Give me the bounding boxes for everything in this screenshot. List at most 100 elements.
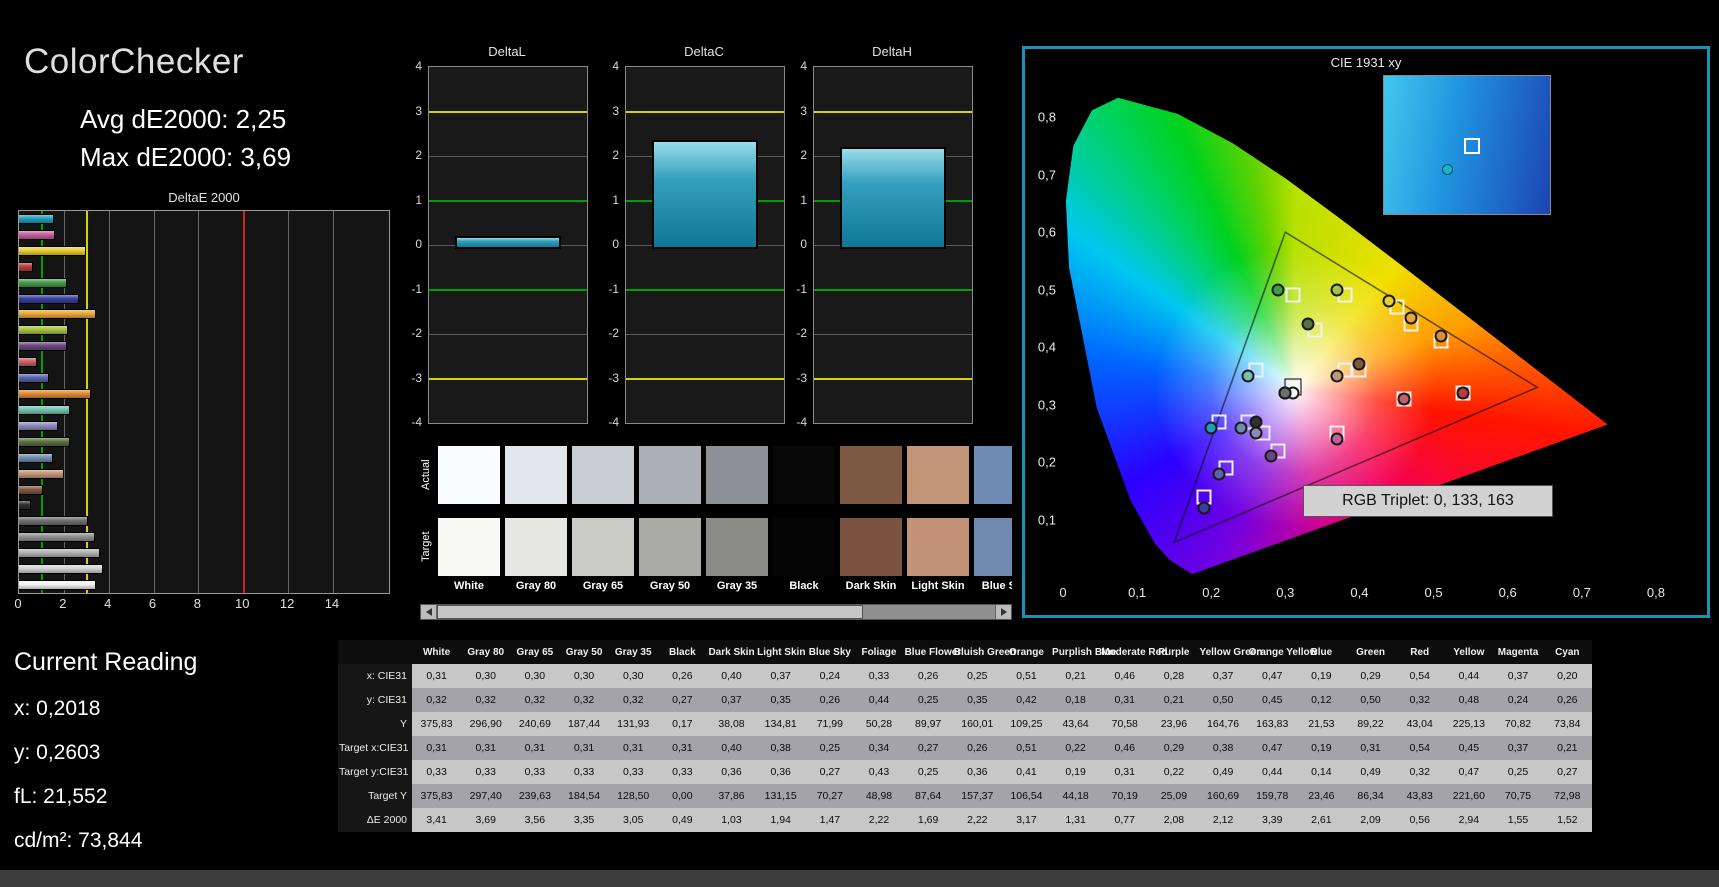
y-tick-label: 0,8 (1037, 109, 1056, 125)
table-cell: 44,18 (1051, 784, 1101, 808)
table-cell: 48,98 (854, 784, 904, 808)
table-cell: 0,49 (657, 808, 707, 832)
target-patch-white[interactable] (438, 518, 500, 576)
deltae2000-plot (18, 210, 390, 594)
scroll-left-button[interactable] (421, 605, 437, 619)
actual-patch-blue-sky[interactable] (974, 446, 1012, 504)
table-cell: 0,40 (706, 736, 757, 760)
y-tick-label: 2 (800, 148, 807, 162)
table-cell: 0,32 (559, 688, 609, 712)
table-cell: 0,49 (1198, 760, 1248, 784)
target-patch-light-skin[interactable] (907, 518, 969, 576)
y-tick-label: 3 (800, 103, 807, 118)
column-header-black: Black (657, 640, 707, 664)
table-cell: 240,69 (510, 712, 560, 736)
table-cell: 3,39 (1247, 808, 1297, 832)
y-tick-label: 3 (415, 103, 422, 118)
y-tick-label: 0 (612, 237, 619, 251)
table-cell: 0,36 (952, 760, 1002, 784)
reading-x: x: 0,2018 (14, 697, 101, 720)
deltah-plot (813, 66, 973, 424)
scrollbar-thumb[interactable] (437, 605, 864, 619)
column-header-gray-80: Gray 80 (461, 640, 511, 664)
table-cell: 0,44 (854, 688, 904, 712)
target-patch-gray-35[interactable] (706, 518, 768, 576)
target-patch-gray-65[interactable] (572, 518, 634, 576)
target-patch-gray-50[interactable] (639, 518, 701, 576)
table-cell: 0,30 (559, 664, 609, 688)
y-tick-label: 4 (415, 59, 422, 73)
cie-measured-cyan (1204, 421, 1218, 435)
actual-patch-gray-50[interactable] (639, 446, 701, 504)
patch-scrollbar[interactable] (420, 604, 1012, 620)
x-tick-label: 4 (104, 596, 112, 611)
actual-patch-dark-skin[interactable] (840, 446, 902, 504)
target-patch-black[interactable] (773, 518, 835, 576)
x-tick-label: 0,2 (1202, 585, 1221, 600)
grid-line (198, 211, 200, 593)
table-cell: 0,31 (1345, 736, 1396, 760)
deltae-bar-purple (19, 341, 67, 352)
table-cell: 43,83 (1395, 784, 1445, 808)
actual-patch-black[interactable] (773, 446, 835, 504)
table-cell: 2,08 (1149, 808, 1199, 832)
actual-patch-gray-80[interactable] (505, 446, 567, 504)
y-tick-label: 1 (800, 192, 807, 207)
target-patch-row (438, 518, 1012, 576)
table-cell: 0,31 (1100, 688, 1150, 712)
table-cell: 0,27 (805, 760, 855, 784)
table-cell: 3,35 (559, 808, 609, 832)
ref-line (626, 334, 784, 335)
table-cell: 160,69 (1198, 784, 1248, 808)
table-cell: 0,26 (657, 664, 707, 688)
deltae-bar-magenta (19, 229, 55, 240)
table-cell: 1,03 (706, 808, 757, 832)
scrollbar-track[interactable] (437, 605, 995, 619)
target-patch-blue-sky[interactable] (974, 518, 1012, 576)
table-cell: 89,97 (903, 712, 953, 736)
table-cell: 0,26 (903, 664, 953, 688)
y-tick-label: 0,3 (1037, 397, 1056, 413)
target-patch-dark-skin[interactable] (840, 518, 902, 576)
deltae-bar-black (19, 500, 31, 511)
target-patch-gray-80[interactable] (505, 518, 567, 576)
table-cell: 131,15 (756, 784, 806, 808)
table-cell: 0,50 (1345, 688, 1396, 712)
reading-y: y: 0,2603 (14, 741, 101, 764)
actual-patch-white[interactable] (438, 446, 500, 504)
actual-patch-gray-35[interactable] (706, 446, 768, 504)
table-cell: 0,25 (903, 688, 953, 712)
delta-bar (652, 140, 758, 249)
cie-measured-blue-sky (1234, 421, 1248, 435)
deltae-bar-gray-65 (19, 548, 100, 559)
deltae-bar-orange-yellow (19, 309, 97, 320)
table-cell: 0,30 (608, 664, 658, 688)
ref-line (429, 377, 587, 380)
table-cell: 21,53 (1296, 712, 1346, 736)
y-tick-label: -1 (411, 281, 422, 296)
table-cell: 0,27 (657, 688, 707, 712)
deltae-bar-blue-flower (19, 420, 58, 431)
table-cell: 159,78 (1247, 784, 1297, 808)
table-cell: 0,29 (1149, 736, 1199, 760)
table-cell: 0,37 (1493, 736, 1543, 760)
table-cell: 0,36 (706, 760, 757, 784)
table-cell: 0,45 (1247, 688, 1297, 712)
deltae-bar-bluish-green (19, 404, 70, 415)
actual-patch-light-skin[interactable] (907, 446, 969, 504)
table-cell: 0,27 (1542, 760, 1592, 784)
x-tick-label: 6 (148, 596, 157, 611)
column-header-bluish-green: Bluish Green (952, 640, 1016, 664)
patch-name-label: Gray 80 (515, 580, 557, 592)
table-cell: 0,21 (1542, 736, 1592, 760)
delta-bar (455, 236, 561, 249)
actual-patch-gray-65[interactable] (572, 446, 634, 504)
table-cell: 0,33 (559, 760, 609, 784)
scroll-right-button[interactable] (995, 605, 1011, 619)
deltae-bar-white (19, 580, 97, 591)
deltae-bar-moderate-red (19, 357, 38, 368)
deltac-chart-title: DeltaC (684, 44, 724, 59)
patch-name-label: Gray 65 (582, 580, 624, 592)
x-tick-label: 0 (1059, 585, 1067, 600)
table-cell: 70,82 (1493, 712, 1543, 736)
